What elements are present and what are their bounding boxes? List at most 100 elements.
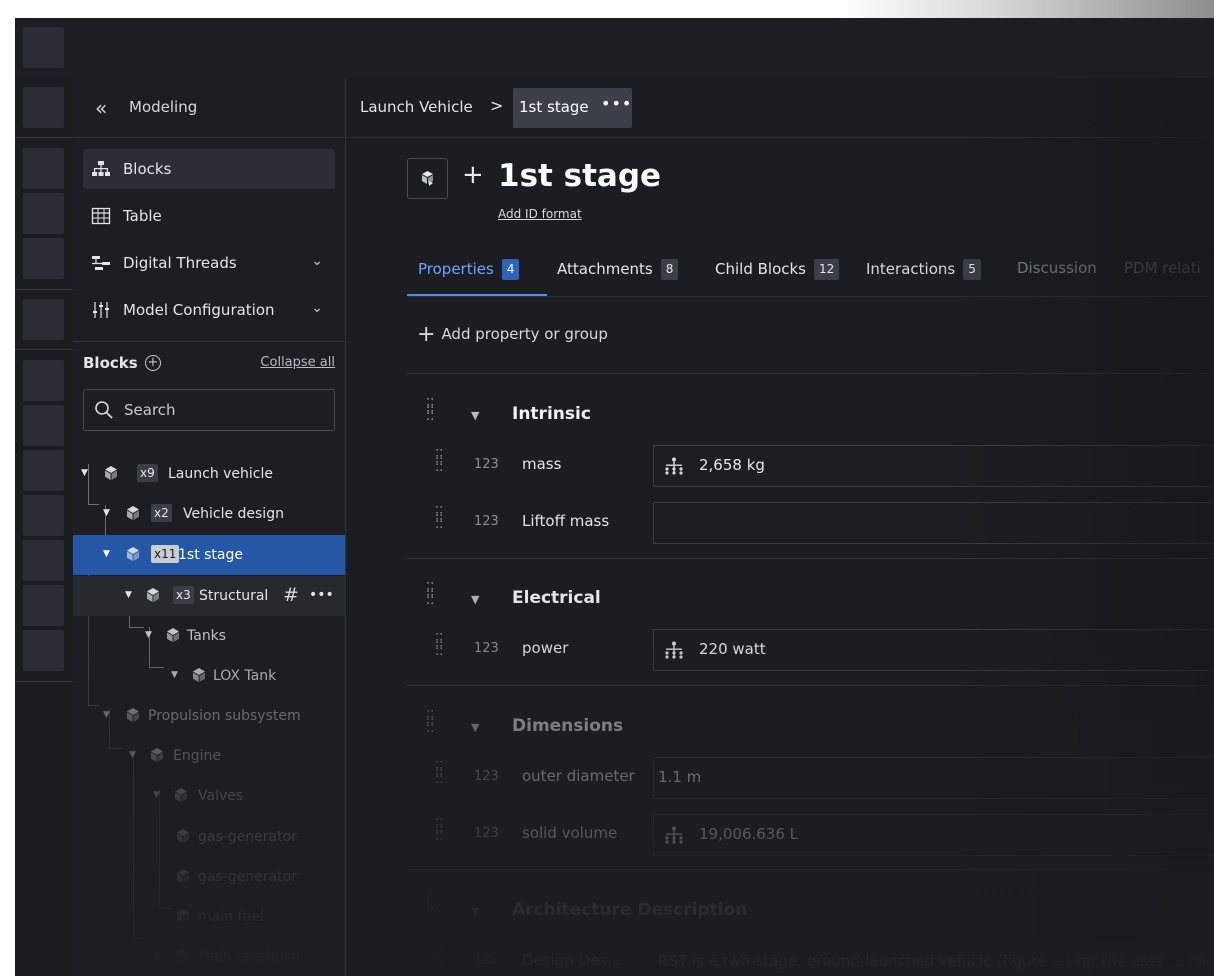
nav-item-table[interactable]: Table	[83, 196, 335, 236]
drag-handle-icon[interactable]: ⁚⁚ ⁚⁚ ⁚⁚	[435, 633, 443, 658]
tab-label: Discussion	[1017, 259, 1097, 277]
module-title: Modeling	[129, 98, 198, 116]
number-type-icon: 123	[474, 826, 499, 841]
caret-down-icon[interactable]: ▼	[103, 508, 110, 518]
caret-down-icon[interactable]: ▼	[153, 951, 160, 961]
tree-row-label: 1st stage	[178, 547, 244, 563]
more-icon[interactable]: •••	[309, 587, 334, 603]
tab-child-blocks[interactable]: Child Blocks 12	[715, 259, 840, 280]
caret-down-icon[interactable]: ▼	[129, 750, 136, 760]
tree-row[interactable]: ▼ x11 1st stage	[73, 535, 345, 575]
breadcrumb-parent[interactable]: Launch Vehicle	[360, 98, 473, 116]
tree-row[interactable]: ▼ x9 Launch vehicle	[73, 454, 345, 494]
drag-handle-icon[interactable]: ⁚⁚ ⁚⁚ ⁚⁚	[435, 761, 443, 786]
tree-row[interactable]: ▼ Engine	[73, 736, 345, 776]
rail-button-2[interactable]	[23, 148, 64, 189]
nav-item-model-configuration[interactable]: Model Configuration ⌄	[83, 290, 335, 330]
property-row: ⁚⁚ ⁚⁚ ⁚⁚ 123 power 220 watt	[407, 627, 1214, 673]
rail-button-9[interactable]	[23, 495, 64, 536]
property-group-header[interactable]: ⁚⁚ ⁚⁚ ⁚⁚ ▼ Electrical	[407, 580, 1214, 620]
rail-button-12[interactable]	[23, 630, 64, 671]
caret-down-icon[interactable]: ▼	[471, 593, 479, 606]
property-value: 1.1 m	[658, 768, 702, 786]
caret-down-icon[interactable]: ▼	[471, 409, 479, 422]
tree-row[interactable]: ▼ x2 Vehicle design	[73, 494, 345, 534]
rail-button-6[interactable]	[23, 360, 64, 401]
drag-handle-icon[interactable]: ⁚⁚ ⁚⁚ ⁚⁚	[426, 710, 434, 735]
tab-properties[interactable]: Properties 4	[418, 259, 520, 280]
rail-button-7[interactable]	[23, 405, 64, 446]
tree-row[interactable]: ▼ LOX Tank	[73, 656, 345, 696]
tab-attachments[interactable]: Attachments 8	[557, 259, 679, 280]
add-property-label: Add property or group	[441, 325, 608, 343]
add-icon[interactable]: +	[462, 160, 484, 190]
caret-down-icon[interactable]: ▼	[103, 710, 110, 720]
tree-row[interactable]: gas-generator	[73, 857, 345, 897]
tree-row[interactable]: ▼ Main combusti...	[73, 937, 345, 976]
tab-pdm-relations[interactable]: PDM relati	[1124, 259, 1201, 277]
collapse-sidebar-icon[interactable]: «	[95, 96, 107, 120]
property-value-field[interactable]: 220 watt	[653, 629, 1214, 671]
search-input[interactable]: Search	[83, 389, 335, 431]
rail-button-10[interactable]	[23, 540, 64, 581]
drag-handle-icon[interactable]: ⁚⁚ ⁚⁚ ⁚⁚	[426, 894, 434, 919]
tree-row[interactable]: ▼ Propulsion subsystem	[73, 696, 345, 736]
property-value-field[interactable]: 19,006.636 L	[653, 814, 1214, 856]
tree-row[interactable]: gas-generator	[73, 817, 345, 857]
caret-down-icon[interactable]: ▼	[471, 721, 479, 734]
block-cube-icon	[125, 546, 141, 562]
property-value-field[interactable]: RST is a two-stage, ground-launched vehi…	[653, 941, 1214, 976]
drag-handle-icon[interactable]: ⁚⁚ ⁚⁚ ⁚⁚	[426, 582, 434, 607]
tree-row[interactable]: ▼ Tanks	[73, 616, 345, 656]
rail-button-5[interactable]	[23, 299, 64, 340]
tree-row[interactable]: ▼ Valves	[73, 776, 345, 816]
chevron-down-icon[interactable]: ⌄	[311, 300, 323, 316]
property-value-field[interactable]: 2,658 kg	[653, 445, 1214, 487]
rail-button-4[interactable]	[23, 238, 64, 279]
collapse-all-link[interactable]: Collapse all	[260, 355, 335, 370]
add-property-button[interactable]: + Add property or group	[417, 322, 608, 347]
hash-icon[interactable]: #	[283, 584, 299, 606]
breadcrumb-current[interactable]: 1st stage •••	[513, 88, 632, 128]
property-value-field[interactable]: 1.1 m	[653, 757, 1214, 799]
rail-button-1[interactable]	[23, 87, 64, 128]
caret-down-icon[interactable]: ▼	[145, 630, 152, 640]
tab-discussion[interactable]: Discussion	[1017, 259, 1097, 277]
caret-down-icon[interactable]: ▼	[125, 590, 132, 600]
caret-down-icon[interactable]: ▼	[103, 549, 110, 559]
rail-button-11[interactable]	[23, 585, 64, 626]
drag-handle-icon[interactable]: ⁚⁚ ⁚⁚ ⁚⁚	[435, 449, 443, 474]
tree-row[interactable]: main fuel	[73, 897, 345, 937]
rail-button-3[interactable]	[23, 193, 64, 234]
tab-interactions[interactable]: Interactions 5	[866, 259, 981, 280]
property-value-field[interactable]	[653, 502, 1214, 544]
group-title: Architecture Description	[512, 900, 748, 920]
add-block-icon[interactable]: +	[145, 355, 161, 371]
block-type-icon[interactable]	[407, 158, 448, 199]
caret-down-icon[interactable]: ▼	[171, 670, 178, 680]
tree-row-label: main fuel	[198, 909, 264, 925]
sidebar-header: « Modeling	[73, 78, 345, 138]
drag-handle-icon[interactable]: ⁚⁚ ⁚⁚ ⁚⁚	[435, 506, 443, 531]
drag-handle-icon[interactable]: ⁚⁚ ⁚⁚ ⁚⁚	[435, 818, 443, 843]
page-title[interactable]: 1st stage	[498, 158, 661, 194]
number-type-icon: 123	[474, 641, 499, 656]
caret-down-icon[interactable]: ▼	[153, 790, 160, 800]
caret-down-icon[interactable]: ▼	[471, 905, 479, 918]
property-group-header[interactable]: ⁚⁚ ⁚⁚ ⁚⁚ ▼ Architecture Description	[407, 892, 1214, 932]
app-logo-placeholder[interactable]	[23, 27, 64, 68]
drag-handle-icon[interactable]: ⁚⁚ ⁚⁚ ⁚⁚	[426, 398, 434, 423]
add-id-format-link[interactable]: Add ID format	[498, 207, 582, 221]
tree-row[interactable]: ▼ x3 Structural # •••	[73, 576, 345, 616]
drag-handle-icon[interactable]: ⁚⁚ ⁚⁚ ⁚⁚	[435, 945, 443, 970]
instance-count-badge: x9	[137, 464, 158, 482]
nav-item-digital-threads[interactable]: Digital Threads ⌄	[83, 243, 335, 283]
more-icon[interactable]: •••	[601, 94, 632, 113]
property-group-header[interactable]: ⁚⁚ ⁚⁚ ⁚⁚ ▼ Intrinsic	[407, 396, 1214, 436]
caret-down-icon[interactable]: ▼	[81, 468, 88, 478]
number-type-icon: 123	[474, 514, 499, 529]
nav-item-blocks[interactable]: Blocks	[83, 149, 335, 189]
property-group-header[interactable]: ⁚⁚ ⁚⁚ ⁚⁚ ▼ Dimensions	[407, 708, 1214, 748]
chevron-down-icon[interactable]: ⌄	[311, 253, 323, 269]
rail-button-8[interactable]	[23, 450, 64, 491]
